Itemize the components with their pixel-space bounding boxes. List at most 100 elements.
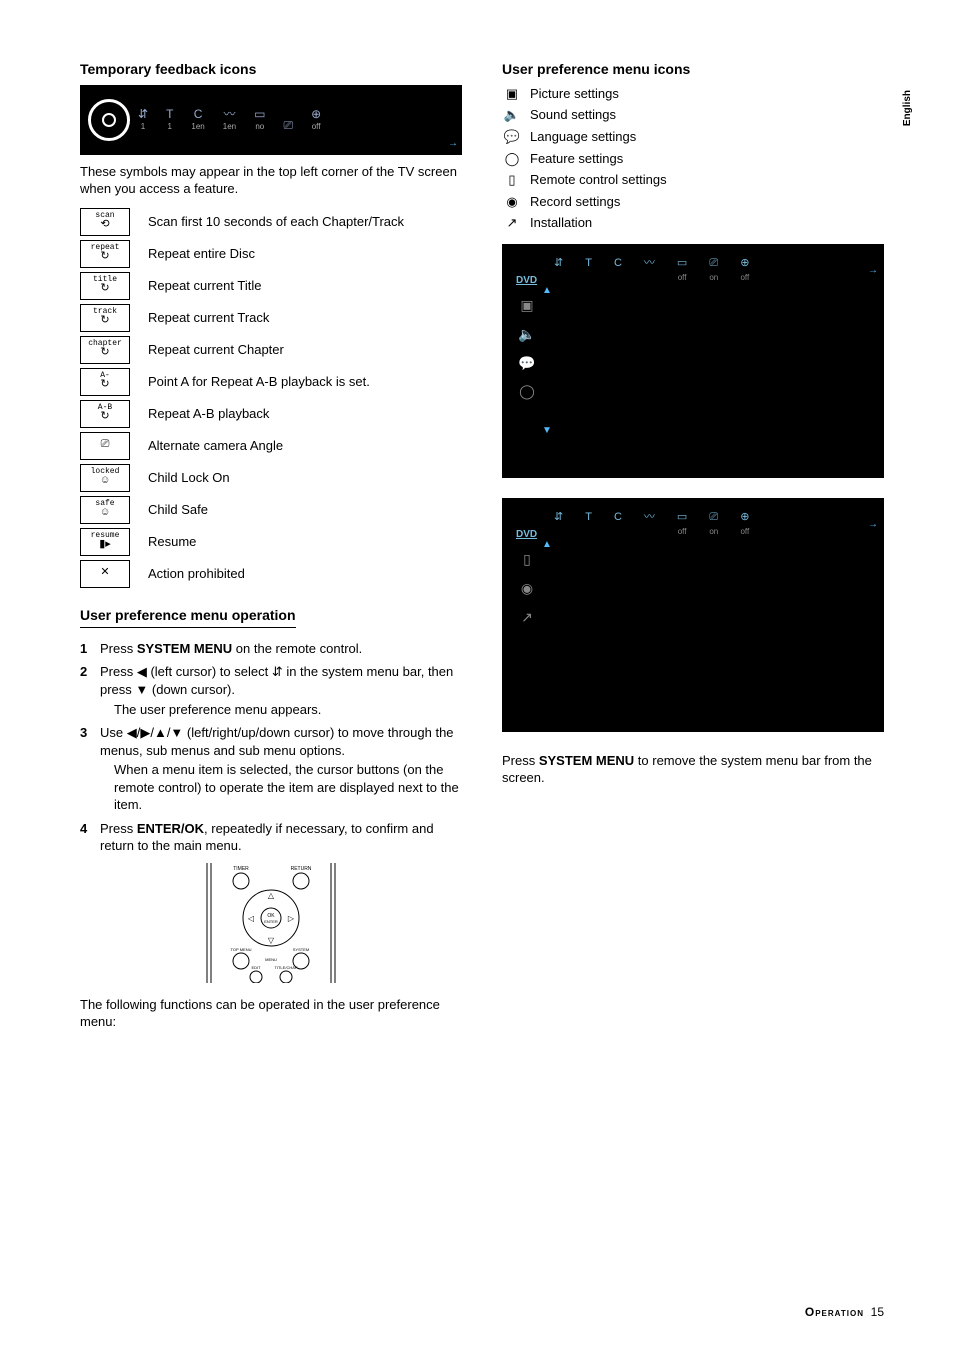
bar-arrow-icon: → <box>868 518 878 532</box>
svg-text:RETURN: RETURN <box>291 866 312 872</box>
disc-icon <box>88 99 130 141</box>
heading-feedback-icons: Temporary feedback icons <box>80 60 462 79</box>
svg-text:TITLE/CHAP: TITLE/CHAP <box>274 965 297 970</box>
pref-item: ◉ Record settings <box>502 193 884 211</box>
feedback-row: ⎚ Alternate camera Angle <box>80 432 462 460</box>
feedback-row: scan⟲Scan first 10 seconds of each Chapt… <box>80 208 462 236</box>
pref-item: ▣ Picture settings <box>502 85 884 103</box>
menu-screenshot-2: ⇵TC〰▭off⎚on⊕off DVD ▲ ▯◉↗ → <box>502 498 884 732</box>
footer-section: Operation <box>805 1305 864 1319</box>
menu-side-icon: ◉ <box>521 579 533 598</box>
feedback-desc: Repeat current Track <box>148 309 269 327</box>
left-closing: The following functions can be operated … <box>80 996 462 1031</box>
feedback-row: title↻ Repeat current Title <box>80 272 462 300</box>
menu-bar-icon: ⎚on <box>709 256 718 284</box>
pref-label: Picture settings <box>530 85 619 103</box>
svg-text:ENTER: ENTER <box>264 919 278 924</box>
menu-bar-icon: C <box>614 510 622 538</box>
pref-label: Feature settings <box>530 150 623 168</box>
menu-side-icon: ▯ <box>523 550 531 569</box>
pref-icon: 💬 <box>502 128 522 146</box>
bar-icon: ⇵1 <box>138 106 148 133</box>
menu-bar-icon: ▭off <box>677 256 687 284</box>
svg-text:MENU: MENU <box>265 957 277 962</box>
menu-bar-icon: 〰 <box>644 510 655 538</box>
steps-list: Press SYSTEM MENU on the remote control.… <box>80 640 462 855</box>
feedback-icon: locked☺ <box>80 464 130 492</box>
feedback-row: repeat↻Repeat entire Disc <box>80 240 462 268</box>
pref-label: Remote control settings <box>530 171 667 189</box>
tv-feedback-bar: ⇵1T1C1en〰1en▭no⎚⊕off → <box>80 85 462 155</box>
step1-text-a: Press <box>100 641 137 656</box>
menu-side-icon: 💬 <box>518 354 535 373</box>
feedback-desc: Resume <box>148 533 196 551</box>
bar-icon: ⊕off <box>311 106 321 133</box>
pref-item: 🔈 Sound settings <box>502 106 884 124</box>
heading-pref-icons: User preference menu icons <box>502 60 884 79</box>
pref-icon: ▣ <box>502 85 522 103</box>
feedback-icon: chapter↻ <box>80 336 130 364</box>
menu-bar-icon: ⊕off <box>740 510 749 538</box>
dvd-label: DVD <box>516 274 537 288</box>
menu-bar-icon: ⇵ <box>554 256 563 284</box>
feedback-desc: Repeat current Title <box>148 277 261 295</box>
bar-icon: C1en <box>191 106 204 133</box>
pref-label: Record settings <box>530 193 620 211</box>
menu-bar-icon: ▭off <box>677 510 687 538</box>
dvd-label: DVD <box>516 528 537 542</box>
left-column: Temporary feedback icons ⇵1T1C1en〰1en▭no… <box>80 60 462 1044</box>
pref-item: ◯Feature settings <box>502 150 884 168</box>
pref-item: 💬 Language settings <box>502 128 884 146</box>
scroll-down-icon: ▼ <box>542 424 552 438</box>
feedback-intro: These symbols may appear in the top left… <box>80 163 462 198</box>
feedback-icon: title↻ <box>80 272 130 300</box>
pref-icon: ▯ <box>502 171 522 189</box>
page-footer: Operation 15 <box>80 1304 884 1320</box>
feedback-row: resume▮▸ Resume <box>80 528 462 556</box>
bar-icon: T1 <box>166 106 173 133</box>
feedback-icon: resume▮▸ <box>80 528 130 556</box>
pref-label: Sound settings <box>530 106 616 124</box>
feedback-row: locked☺Child Lock On <box>80 464 462 492</box>
bar-icon: 〰1en <box>223 106 236 133</box>
feedback-icon: track↻ <box>80 304 130 332</box>
feedback-desc: Alternate camera Angle <box>148 437 283 455</box>
svg-text:TIMER: TIMER <box>233 866 249 872</box>
svg-text:SYSTEM: SYSTEM <box>293 947 309 952</box>
svg-text:△: △ <box>268 891 275 900</box>
feedback-icon: repeat↻ <box>80 240 130 268</box>
step2-note: The user preference menu appears. <box>100 701 462 719</box>
feedback-desc: Action prohibited <box>148 565 245 583</box>
scroll-up-icon: ▲ <box>542 284 552 298</box>
step2-text: Press ◀ (left cursor) to select ⇵ in the… <box>100 664 453 697</box>
pref-icon: ◉ <box>502 193 522 211</box>
svg-text:EDIT: EDIT <box>251 965 261 970</box>
svg-text:TOP MENU: TOP MENU <box>231 947 252 952</box>
pref-item: ↗Installation <box>502 214 884 232</box>
menu-side-icon: ↗ <box>521 608 533 627</box>
language-tab: English <box>901 90 915 126</box>
feedback-icon: safe☺ <box>80 496 130 524</box>
menu-bar-icon: ⊕off <box>740 256 749 284</box>
feedback-desc: Repeat A-B playback <box>148 405 269 423</box>
feedback-icon: A-↻ <box>80 368 130 396</box>
feedback-row: track↻ Repeat current Track <box>80 304 462 332</box>
step3-note: When a menu item is selected, the cursor… <box>100 761 462 814</box>
pref-icon: 🔈 <box>502 106 522 124</box>
menu-bar-icon: T <box>585 256 592 284</box>
svg-text:◁: ◁ <box>248 914 255 923</box>
menu-side-icon: ◯ <box>519 382 535 401</box>
menu-screenshot-1: ⇵TC〰▭off⎚on⊕off DVD ▲ ▣🔈💬◯ ▼ → <box>502 244 884 478</box>
scroll-up-icon: ▲ <box>542 538 552 552</box>
right-column: User preference menu icons ▣ Picture sett… <box>502 60 884 1044</box>
feedback-desc: Point A for Repeat A-B playback is set. <box>148 373 370 391</box>
right-closing: Press SYSTEM MENU to remove the system m… <box>502 752 884 787</box>
menu-bar-icon: C <box>614 256 622 284</box>
feedback-icon: ⎚ <box>80 432 130 460</box>
bar-icon: ⎚ <box>283 117 293 133</box>
feedback-row: chapter↻Repeat current Chapter <box>80 336 462 364</box>
step4-text-a: Press <box>100 821 137 836</box>
pref-label: Language settings <box>530 128 636 146</box>
menu-side-icon: 🔈 <box>518 325 535 344</box>
feedback-row: ✕Action prohibited <box>80 560 462 588</box>
